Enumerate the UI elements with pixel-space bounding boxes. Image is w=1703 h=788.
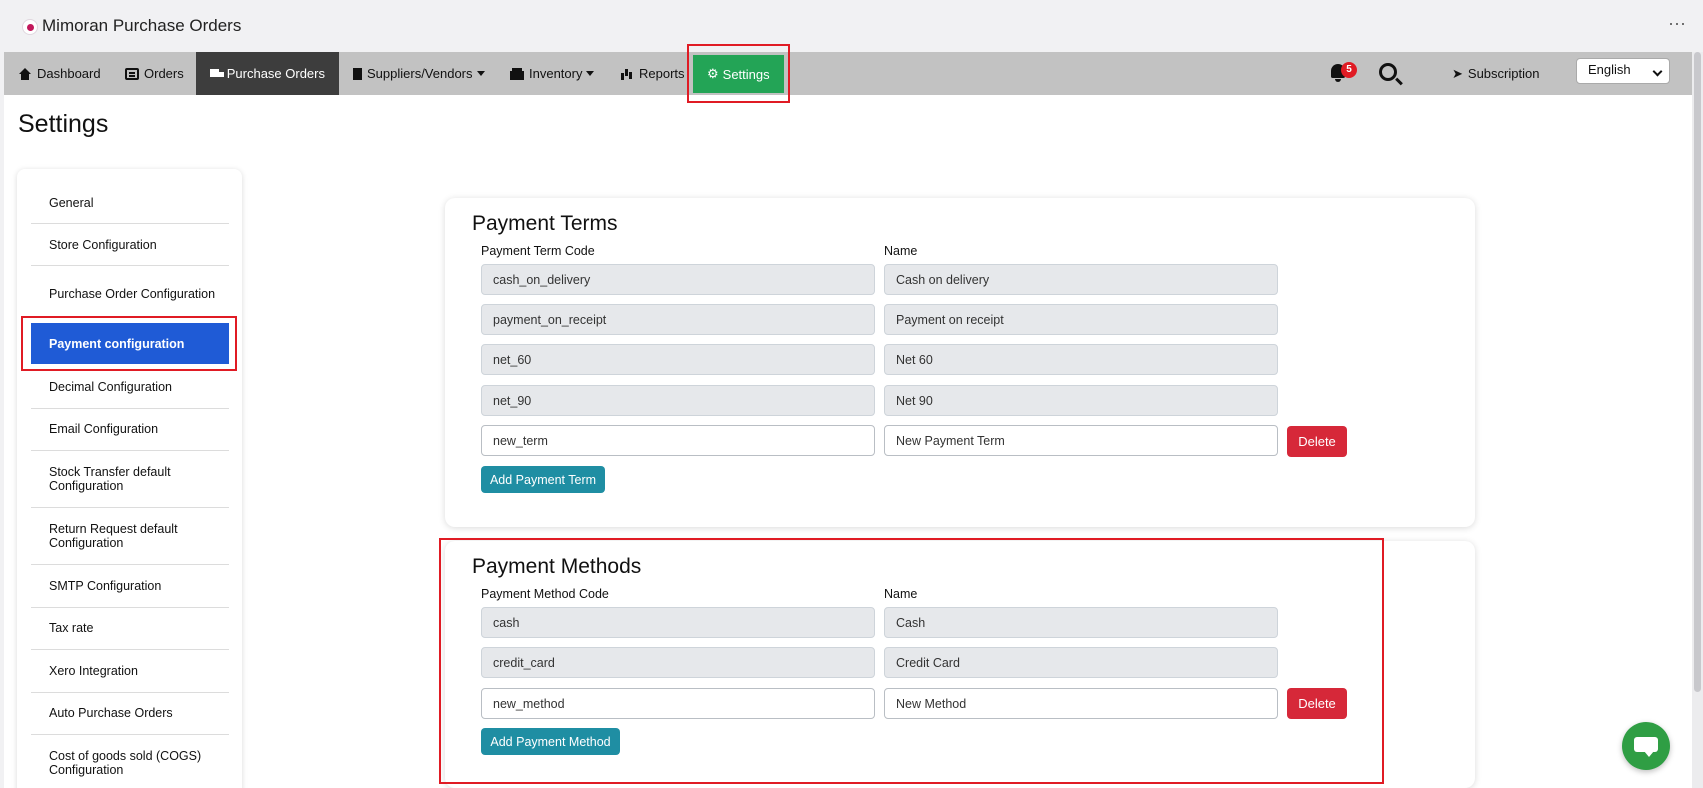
sidebar-item-store-configuration[interactable]: Store Configuration xyxy=(31,236,229,254)
new-payment-term-code-input[interactable]: new_term xyxy=(481,425,875,456)
warehouse-icon xyxy=(510,67,524,80)
new-payment-method-code-input[interactable]: new_method xyxy=(481,688,875,719)
payment-term-name-header: Name xyxy=(884,244,918,258)
payment-term-code-field: cash_on_delivery xyxy=(481,264,875,295)
sidebar-divider xyxy=(31,507,229,508)
search-icon[interactable] xyxy=(1379,63,1397,81)
caret-down-icon xyxy=(586,71,595,76)
nav-purchase-orders[interactable]: Purchase Orders xyxy=(196,52,339,95)
payment-terms-title: Payment Terms xyxy=(472,212,618,235)
page-title: Settings xyxy=(18,110,109,138)
language-select[interactable]: English xyxy=(1576,58,1670,84)
sidebar-item-email-configuration[interactable]: Email Configuration xyxy=(31,420,229,438)
sidebar-item-general[interactable]: General xyxy=(31,194,229,212)
nav-reports-label: Reports xyxy=(639,66,685,81)
nav-purchase-orders-label: Purchase Orders xyxy=(226,66,325,81)
payment-term-name-field: Cash on delivery xyxy=(884,264,1278,295)
gear-icon: ⚙ xyxy=(707,66,719,81)
new-payment-term-name-input[interactable]: New Payment Term xyxy=(884,425,1278,456)
payment-method-name-field: Credit Card xyxy=(884,647,1278,678)
sidebar-item-auto-purchase-orders[interactable]: Auto Purchase Orders xyxy=(31,704,229,722)
nav-orders-label: Orders xyxy=(144,66,184,81)
add-payment-method-button[interactable]: Add Payment Method xyxy=(481,728,620,755)
ellipsis-icon[interactable]: ⋯ xyxy=(1668,14,1687,35)
subscription-link[interactable]: ➤ Subscription xyxy=(1452,52,1539,95)
nav-dashboard-label: Dashboard xyxy=(37,66,101,81)
sidebar-item-return-request[interactable]: Return Request default Configuration xyxy=(31,521,229,551)
add-payment-term-button[interactable]: Add Payment Term xyxy=(481,466,605,493)
delete-payment-method-button[interactable]: Delete xyxy=(1287,688,1347,719)
nav-settings[interactable]: ⚙ Settings xyxy=(693,55,784,93)
id-card-icon xyxy=(125,67,139,80)
sidebar-divider xyxy=(31,607,229,608)
sidebar-item-decimal-configuration[interactable]: Decimal Configuration xyxy=(31,378,229,396)
sidebar-item-purchase-order-configuration[interactable]: Purchase Order Configuration xyxy=(31,279,229,309)
sidebar-divider xyxy=(31,734,229,735)
nav-inventory[interactable]: Inventory xyxy=(496,52,608,95)
truck-icon xyxy=(210,68,224,80)
payment-term-code-field: net_60 xyxy=(481,344,875,375)
chat-bubble-icon[interactable] xyxy=(1622,722,1670,770)
sidebar-divider xyxy=(31,265,229,266)
sidebar-divider xyxy=(31,649,229,650)
payment-term-code-field: payment_on_receipt xyxy=(481,304,875,335)
app-logo xyxy=(22,19,38,35)
home-icon xyxy=(18,67,32,80)
bar-chart-icon xyxy=(620,68,634,80)
app-title: Mimoran Purchase Orders xyxy=(42,16,242,35)
payment-term-name-field: Payment on receipt xyxy=(884,304,1278,335)
notification-badge: 5 xyxy=(1341,62,1357,78)
caret-down-icon xyxy=(476,71,485,76)
sidebar-divider xyxy=(31,564,229,565)
payment-term-name-field: Net 90 xyxy=(884,385,1278,416)
window-titlebar: Mimoran Purchase Orders ⋯ xyxy=(0,0,1703,52)
nav-settings-label: Settings xyxy=(722,66,770,82)
sidebar-divider xyxy=(31,408,229,409)
payment-methods-title: Payment Methods xyxy=(472,555,642,578)
nav-inventory-label: Inventory xyxy=(529,66,583,81)
payment-method-code-header: Payment Method Code xyxy=(481,587,609,601)
nav-orders[interactable]: Orders xyxy=(111,52,198,95)
sidebar-divider xyxy=(31,692,229,693)
building-icon xyxy=(353,67,362,80)
nav-dashboard[interactable]: Dashboard xyxy=(4,52,115,95)
nav-suppliers-label: Suppliers/Vendors xyxy=(367,66,473,81)
nav-reports[interactable]: Reports xyxy=(606,52,699,95)
scrollbar-thumb[interactable] xyxy=(1694,52,1701,692)
subscription-label: Subscription xyxy=(1467,66,1540,81)
payment-term-code-header: Payment Term Code xyxy=(481,244,595,258)
payment-term-name-field: Net 60 xyxy=(884,344,1278,375)
paper-plane-icon: ➤ xyxy=(1452,65,1463,81)
delete-payment-term-button[interactable]: Delete xyxy=(1287,426,1347,457)
payment-method-code-field: credit_card xyxy=(481,647,875,678)
sidebar-item-stock-transfer[interactable]: Stock Transfer default Configuration xyxy=(31,464,229,494)
nav-suppliers[interactable]: Suppliers/Vendors xyxy=(339,52,499,95)
sidebar-item-tax-rate[interactable]: Tax rate xyxy=(31,619,229,637)
payment-method-code-field: cash xyxy=(481,607,875,638)
payment-term-code-field: net_90 xyxy=(481,385,875,416)
sidebar-item-xero-integration[interactable]: Xero Integration xyxy=(31,662,229,680)
sidebar-divider xyxy=(31,223,229,224)
sidebar-item-smtp-configuration[interactable]: SMTP Configuration xyxy=(31,577,229,595)
payment-method-name-field: Cash xyxy=(884,607,1278,638)
payment-method-name-header: Name xyxy=(884,587,918,601)
sidebar-item-payment-configuration[interactable]: Payment configuration xyxy=(31,323,229,364)
sidebar-divider xyxy=(31,450,229,451)
sidebar-item-cogs-configuration[interactable]: Cost of goods sold (COGS) Configuration xyxy=(31,748,229,778)
new-payment-method-name-input[interactable]: New Method xyxy=(884,688,1278,719)
